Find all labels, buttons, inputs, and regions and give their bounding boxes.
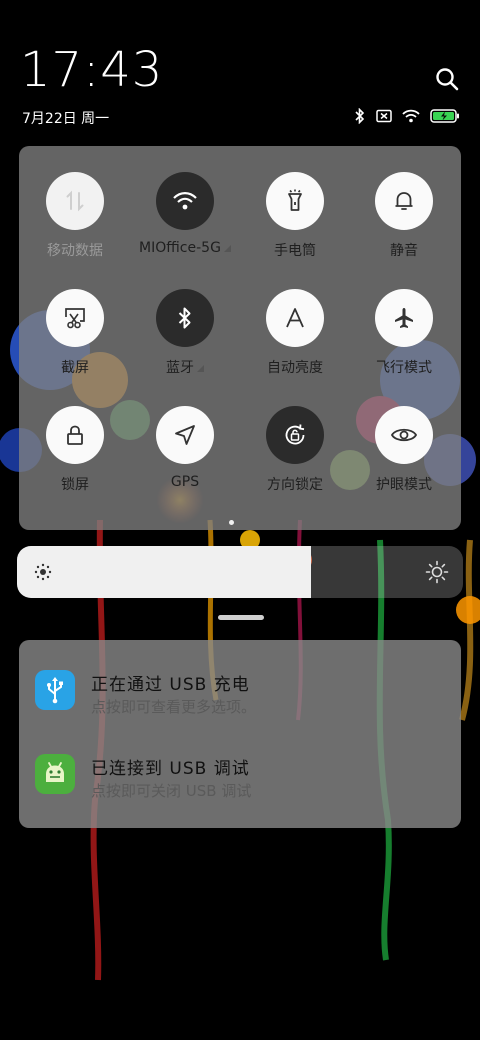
notification-subtitle: 点按即可关闭 USB 调试 [91, 782, 252, 800]
notification-usb-debugging[interactable]: 已连接到 USB 调试 点按即可关闭 USB 调试 [19, 754, 461, 834]
tile-wifi[interactable]: MIOffice-5G [130, 172, 240, 256]
notification-title: 已连接到 USB 调试 [91, 759, 250, 779]
page-indicator [229, 520, 234, 525]
tile-circle[interactable] [375, 172, 433, 230]
tile-circle[interactable] [156, 172, 214, 230]
tile-circle[interactable] [375, 406, 433, 464]
status-icons [354, 108, 460, 124]
notification-app-icon [35, 754, 75, 794]
bluetooth-icon [178, 307, 191, 329]
tile-circle[interactable] [46, 172, 104, 230]
rotation-lock-icon [285, 424, 305, 445]
tile-auto-brightness[interactable]: 自动亮度 [240, 289, 350, 377]
drag-handle[interactable] [218, 615, 264, 620]
brightness-low-icon [34, 563, 52, 581]
clock-date: 7月22日 周一 [22, 111, 110, 127]
tile-circle[interactable] [266, 172, 324, 230]
notification-subtitle: 点按即可查看更多选项。 [91, 698, 257, 716]
wifi-icon [173, 192, 197, 210]
location-icon [175, 425, 195, 445]
tile-circle[interactable] [266, 289, 324, 347]
tile-lock-screen[interactable]: 锁屏 [20, 406, 130, 494]
tile-label: 护眼模式 [376, 477, 432, 493]
battery-charging-icon [430, 109, 460, 123]
clock-time: 17:43 [20, 42, 164, 98]
sim-disabled-icon [376, 109, 392, 123]
tile-label: 自动亮度 [267, 360, 323, 376]
search-button[interactable] [434, 66, 460, 92]
tile-label: 移动数据 [47, 243, 103, 259]
tile-gps[interactable]: GPS [130, 406, 240, 490]
tile-label: 飞行模式 [376, 360, 432, 376]
brightness-high-icon [425, 560, 449, 584]
flashlight-icon [288, 189, 302, 211]
bluetooth-icon [354, 108, 366, 124]
notification-panel: 正在通过 USB 充电 点按即可查看更多选项。 已连接到 USB 调试 点按即可… [19, 640, 461, 828]
eye-icon [390, 428, 418, 442]
airplane-icon [395, 308, 413, 328]
tile-flashlight[interactable]: 手电筒 [240, 172, 350, 260]
tile-label: 蓝牙 [130, 357, 240, 377]
search-icon [436, 68, 459, 91]
tile-mute[interactable]: 静音 [349, 172, 459, 260]
tile-circle[interactable] [46, 289, 104, 347]
quick-settings-panel: 移动数据 MIOffice-5G 手电筒 静音 截屏 蓝牙 自动亮度 飞行模式 … [19, 146, 461, 530]
auto-brightness-icon [286, 308, 304, 328]
expand-caret-icon [197, 365, 204, 372]
tile-eye-care[interactable]: 护眼模式 [349, 406, 459, 494]
tile-circle[interactable] [156, 289, 214, 347]
tile-airplane-mode[interactable]: 飞行模式 [349, 289, 459, 377]
android-icon [46, 762, 64, 782]
tile-rotation-lock[interactable]: 方向锁定 [240, 406, 350, 494]
tile-circle[interactable] [266, 406, 324, 464]
wifi-icon [402, 109, 420, 123]
brightness-slider[interactable] [17, 546, 463, 598]
brightness-fill [17, 546, 312, 598]
tile-bluetooth[interactable]: 蓝牙 [130, 289, 240, 377]
tile-label: 静音 [390, 243, 418, 259]
tile-label: 手电筒 [274, 243, 316, 259]
usb-icon [47, 677, 63, 704]
tile-label: 截屏 [61, 360, 89, 376]
tile-label: MIOffice-5G [130, 240, 240, 256]
tile-label: 方向锁定 [267, 477, 323, 493]
mobile-data-icon [66, 190, 84, 212]
tile-mobile-data[interactable]: 移动数据 [20, 172, 130, 260]
lock-icon [67, 425, 83, 445]
notification-title: 正在通过 USB 充电 [91, 675, 250, 695]
tile-label: 锁屏 [61, 477, 89, 493]
tile-circle[interactable] [46, 406, 104, 464]
tile-circle[interactable] [375, 289, 433, 347]
tile-label: GPS [170, 474, 200, 490]
tile-circle[interactable] [156, 406, 214, 464]
expand-caret-icon [223, 245, 231, 252]
notification-usb-charging[interactable]: 正在通过 USB 充电 点按即可查看更多选项。 [19, 670, 461, 750]
tile-screenshot[interactable]: 截屏 [20, 289, 130, 377]
screenshot-icon [65, 308, 85, 329]
bell-icon [395, 192, 413, 210]
notification-app-icon [35, 670, 75, 710]
